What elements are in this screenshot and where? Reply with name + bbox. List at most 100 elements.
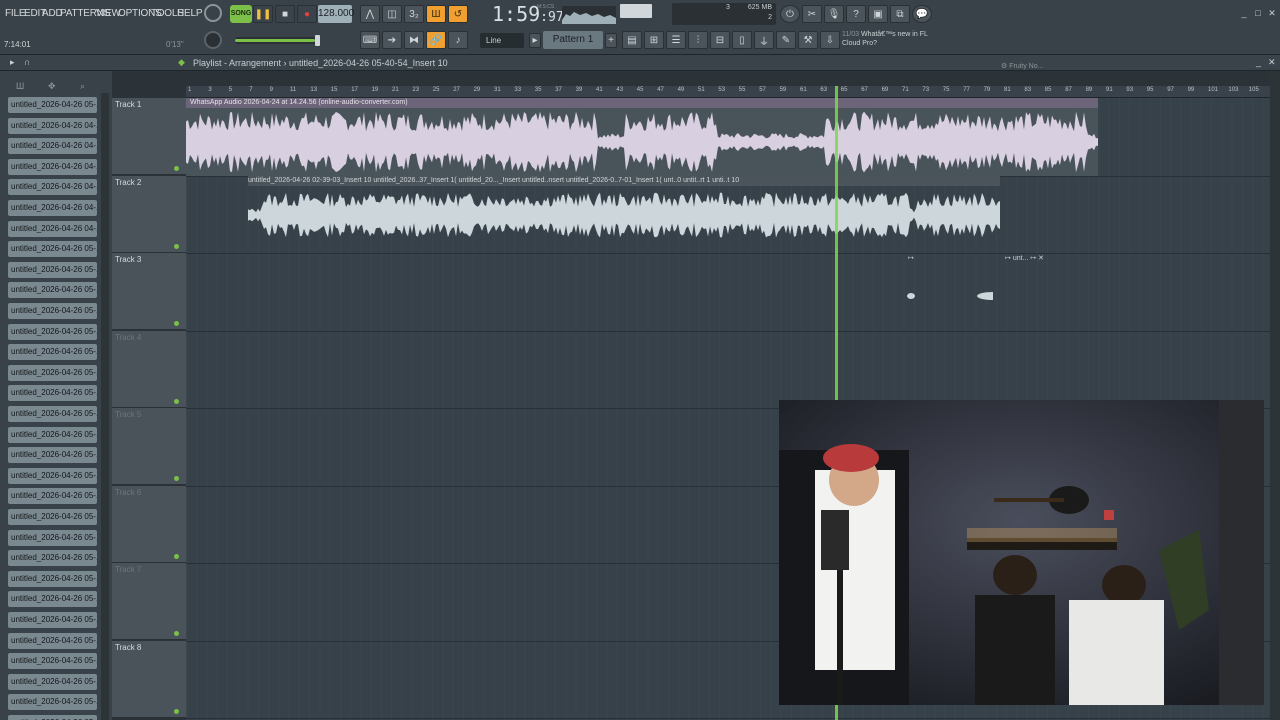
mic-icon[interactable]: 🎙	[824, 5, 844, 23]
track-led-icon[interactable]	[174, 243, 179, 249]
menu-file[interactable]: FILE	[5, 8, 26, 19]
browser-item[interactable]: untitled_2026-04-26 05-...	[8, 653, 97, 670]
menu-help[interactable]: HELP	[177, 8, 203, 19]
track-led-icon[interactable]	[174, 166, 179, 171]
track-header[interactable]: Track 1	[112, 98, 186, 175]
browser-item[interactable]: untitled_2026-04-26 05-...	[8, 241, 97, 258]
browser-item[interactable]: untitled_2026-04-26 05-...	[8, 323, 97, 340]
metronome-stamp-icon[interactable]: ♪	[448, 31, 468, 49]
track-header[interactable]: Track 2	[112, 175, 186, 253]
waveform-track3-icon[interactable]	[903, 287, 993, 305]
plugin-icon[interactable]: ⧉	[890, 5, 910, 23]
browser-item[interactable]: untitled_2026-04-26 05-...	[8, 715, 97, 720]
play-button[interactable]: ❚❚	[253, 5, 273, 23]
master-knob[interactable]	[204, 4, 222, 22]
track-led-icon[interactable]	[174, 476, 179, 481]
browser-back-icon[interactable]: Ш	[16, 81, 24, 91]
save-icon[interactable]: ▣	[868, 5, 888, 23]
step-edit-icon[interactable]: Ш	[426, 5, 446, 23]
browser-icon[interactable]: ⊟	[710, 31, 730, 49]
playlist-minimize-icon[interactable]: _	[1256, 57, 1261, 67]
pattern-add-icon[interactable]: +	[605, 33, 617, 48]
cpu-icon[interactable]: ⏻	[780, 5, 800, 23]
browser-item[interactable]: untitled_2026-04-26 05-...	[8, 303, 97, 319]
browser-item[interactable]: untitled_2026-04-26 05-...	[8, 632, 97, 649]
stop-button[interactable]: ■	[275, 5, 295, 23]
browser-search-icon[interactable]: ⌕	[80, 81, 85, 92]
loop-record-icon[interactable]: ↺	[448, 5, 468, 23]
wait-input-icon[interactable]: ◫	[382, 5, 402, 23]
maximize-icon[interactable]: □	[1252, 7, 1264, 19]
browser-item[interactable]: untitled_2026-04-26 05-...	[8, 426, 97, 443]
browser-item[interactable]: untitled_2026-04-26 05-...	[8, 529, 97, 546]
track-header[interactable]: Track 5	[112, 408, 186, 485]
browser-item[interactable]: untitled_2026-04-26 05-...	[8, 467, 97, 484]
browser-item[interactable]: untitled_2026-04-26 04-...	[8, 220, 97, 237]
browser-item[interactable]: untitled_2026-04-26 05-...	[8, 261, 97, 278]
browser-item[interactable]: untitled_2026-04-26 05-...	[8, 570, 97, 587]
browser-item[interactable]: untitled_2026-04-26 05-...	[8, 282, 97, 299]
channel-rack-icon[interactable]: ☰	[666, 31, 686, 49]
track-led-icon[interactable]	[174, 553, 179, 559]
playlist-menu-arrow-icon[interactable]: ▸	[10, 57, 15, 68]
track-header[interactable]: Track 4	[112, 330, 186, 408]
browser-item[interactable]: untitled_2026-04-26 05-...	[8, 385, 97, 402]
tempo-display[interactable]: 128.000	[318, 5, 354, 23]
blend-icon[interactable]: ⧓	[404, 31, 424, 49]
pattern-selector[interactable]: Pattern 1	[543, 31, 603, 49]
browser-item[interactable]: untitled_2026-04-26 04-...	[8, 179, 97, 196]
browser-item[interactable]: untitled_2026-04-26 05-...	[8, 97, 97, 113]
browser-item[interactable]: untitled_2026-04-26 04-...	[8, 158, 97, 175]
tools-icon[interactable]: ⚒	[798, 31, 818, 49]
arrow-icon[interactable]: ➔	[382, 31, 402, 49]
download-icon[interactable]: ⇩	[820, 31, 840, 49]
news-panel[interactable]: 11/03 Whatâ€™s new in FL Cloud Pro?	[842, 30, 950, 52]
browser-item[interactable]: untitled_2026-04-26 04-...	[8, 117, 97, 134]
plug-icon[interactable]: ⏚	[754, 31, 774, 49]
playlist-close-icon[interactable]: ✕	[1268, 57, 1276, 68]
close-icon[interactable]: ✕	[1266, 7, 1278, 19]
browser-item[interactable]: untitled_2026-04-26 04-...	[8, 138, 97, 155]
metronome-icon[interactable]: ⋀	[360, 5, 380, 23]
track-led-icon[interactable]	[174, 321, 179, 326]
audio-clip-track1[interactable]: WhatsApp Audio 2026-04-24 at 14.24.56 (o…	[186, 98, 1098, 176]
browser-item[interactable]: untitled_2026-04-26 05-...	[8, 406, 97, 422]
piano-roll-icon[interactable]: ⊞	[644, 31, 664, 49]
browser-item[interactable]: untitled_2026-04-26 05-...	[8, 591, 97, 608]
clip-track3-a[interactable]: ↦	[908, 254, 916, 264]
minimize-icon[interactable]: _	[1238, 7, 1250, 19]
playlist-icon[interactable]: ▤	[622, 31, 642, 49]
browser-item[interactable]: untitled_2026-04-26 05-...	[8, 509, 97, 525]
timeline-ruler[interactable]: 1 3 5 7 9 11 13 15 17 19 21 23 25 27 29 31 33 35 37 39 41 43 4…	[186, 86, 1270, 98]
track-led-icon[interactable]	[174, 631, 179, 636]
browser-item[interactable]: untitled_2026-04-26 05-...	[8, 488, 97, 505]
snap-select[interactable]: Line	[480, 33, 524, 48]
playlist-scrollbar[interactable]	[1270, 71, 1280, 720]
browser-item[interactable]: untitled_2026-04-26 05-...	[8, 447, 97, 464]
browser-item[interactable]: untitled_2026-04-26 05-...	[8, 550, 97, 567]
track-led-icon[interactable]	[174, 398, 179, 404]
track-header[interactable]: Track 6	[112, 485, 186, 563]
link-icon[interactable]: 🔗	[426, 31, 446, 49]
browser-item[interactable]: untitled_2026-04-26 05-...	[8, 673, 97, 690]
track-header[interactable]: Track 7	[112, 563, 186, 640]
waveform-track2-icon[interactable]	[248, 190, 1000, 240]
pattern-prev-icon[interactable]: ▸	[529, 33, 541, 48]
fruity-tab[interactable]: ⚙ Fruity No...	[1001, 62, 1129, 74]
clipboard-icon[interactable]: ▯	[732, 31, 752, 49]
browser-move-icon[interactable]: ✥	[48, 81, 56, 92]
help-icon[interactable]: ?	[846, 5, 866, 23]
browser-scrollbar[interactable]	[101, 93, 109, 720]
browser-item[interactable]: untitled_2026-04-26 05-...	[8, 364, 97, 381]
track-led-icon[interactable]	[174, 708, 179, 714]
record-button[interactable]: ●	[297, 5, 317, 23]
track-header[interactable]: Track 3	[112, 253, 186, 330]
typing-keyboard-icon[interactable]: ⌨	[360, 31, 380, 49]
browser-item[interactable]: untitled_2026-04-26 05-...	[8, 612, 97, 628]
browser-item[interactable]: untitled_2026-04-26 05-...	[8, 694, 97, 711]
magnet-icon[interactable]: ∩	[24, 57, 30, 67]
cut-icon[interactable]: ✂	[802, 5, 822, 23]
mixer-icon[interactable]: ⫶	[688, 31, 708, 49]
clip-track3-b[interactable]: ↦ unt... ↦ ✕	[1005, 254, 1075, 264]
browser-item[interactable]: untitled_2026-04-26 05-...	[8, 344, 97, 361]
